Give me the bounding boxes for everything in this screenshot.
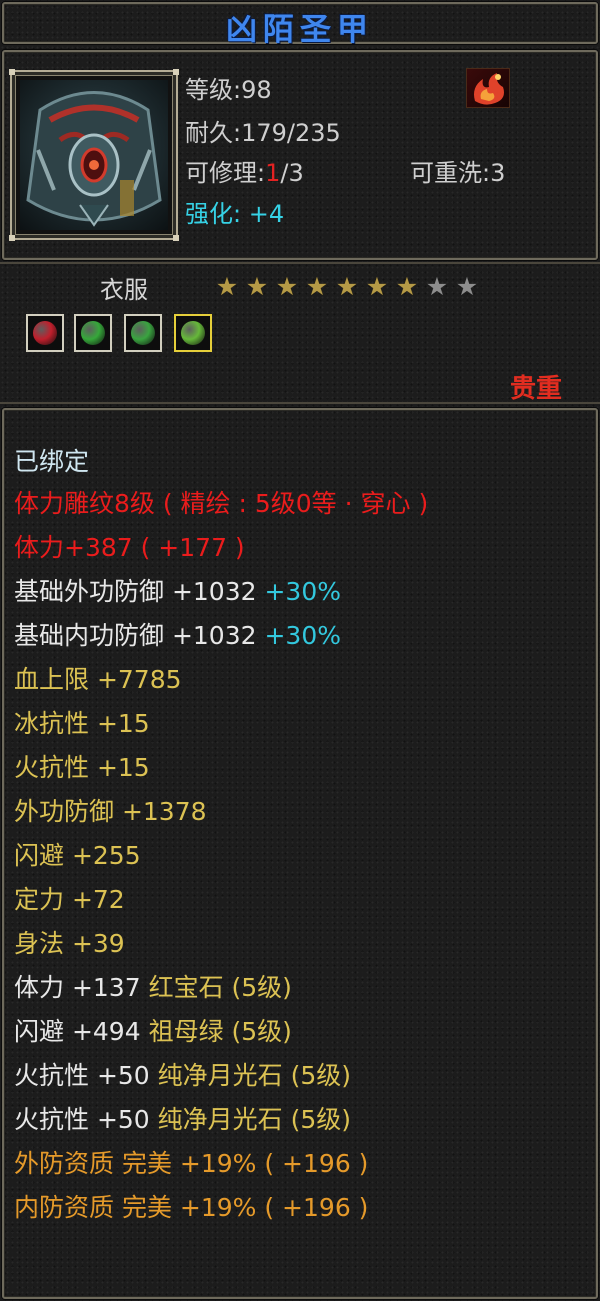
stat-line: 闪避 +494 祖母绿 (5级) <box>14 1016 292 1048</box>
enhance-value: +4 <box>248 200 285 228</box>
enhance-label: 强化 <box>185 200 233 228</box>
stat-text: 身法 +39 <box>14 929 125 958</box>
stat-line: 体力 +137 红宝石 (5级) <box>14 972 292 1004</box>
gem-slot[interactable] <box>74 314 112 352</box>
stat-text: 已绑定 <box>14 447 90 476</box>
rewash-value: 3 <box>490 159 506 187</box>
divider <box>0 262 600 264</box>
stat-line: 已绑定 <box>14 446 89 478</box>
stat-text: 内防资质 完美 +19% ( +196 ) <box>14 1193 369 1222</box>
stat-text: 体力 +137 <box>14 973 149 1002</box>
stat-line: 火抗性 +50 纯净月光石 (5级) <box>14 1060 351 1092</box>
stat-line: 血上限 +7785 <box>14 664 182 696</box>
stat-text: 纯净月光石 (5级) <box>157 1061 352 1090</box>
star-icon: ★ <box>335 272 359 301</box>
stat-text: 红宝石 (5级) <box>148 973 292 1002</box>
gem-slot[interactable] <box>124 314 162 352</box>
stat-text: +30% <box>264 577 341 606</box>
stat-line: 基础内功防御 +1032 +30% <box>14 620 341 652</box>
stat-text: 火抗性 +15 <box>14 753 150 782</box>
repair-total: /3 <box>280 159 304 187</box>
star-icon: ★ <box>425 272 449 301</box>
durability-row: 耐久:179/235 <box>185 119 341 147</box>
stat-line: 冰抗性 +15 <box>14 708 150 740</box>
stat-text: 体力+387 ( +177 ) <box>14 533 245 562</box>
enhance-row: 强化: +4 <box>185 200 285 228</box>
level-row: 等级:98 <box>185 76 272 104</box>
divider <box>0 402 600 404</box>
emerald-gem-icon <box>131 321 155 345</box>
gem-slot[interactable] <box>174 314 212 352</box>
item-portrait <box>9 69 179 241</box>
gem-slot[interactable] <box>26 314 64 352</box>
stat-text: 外功防御 +1378 <box>14 797 207 826</box>
stat-text: 外防资质 完美 +19% ( +196 ) <box>14 1149 369 1178</box>
stat-text: 纯净月光石 (5级) <box>157 1105 352 1134</box>
stat-line: 火抗性 +50 纯净月光石 (5级) <box>14 1104 351 1136</box>
stat-text: 冰抗性 +15 <box>14 709 150 738</box>
stat-line: 体力+387 ( +177 ) <box>14 532 245 564</box>
star-icon: ★ <box>245 272 269 301</box>
stat-text: +30% <box>264 621 341 650</box>
stat-text: 定力 +72 <box>14 885 125 914</box>
repair-label: 可修理 <box>185 159 257 187</box>
stat-text: 闪避 +494 <box>14 1017 149 1046</box>
fire-attribute-icon <box>466 68 510 108</box>
stat-line: 基础外功防御 +1032 +30% <box>14 576 341 608</box>
level-value: 98 <box>241 76 272 104</box>
stat-line: 内防资质 完美 +19% ( +196 ) <box>14 1192 368 1224</box>
star-icon: ★ <box>455 272 479 301</box>
item-title: 凶陌圣甲 <box>226 12 374 48</box>
star-rating: ★ ★ ★ ★ ★ ★ ★ ★ ★ <box>212 272 482 302</box>
stat-line: 闪避 +255 <box>14 840 141 872</box>
ruby-gem-icon <box>33 321 57 345</box>
repair-used: 1 <box>265 159 281 187</box>
stat-line: 外功防御 +1378 <box>14 796 207 828</box>
rarity-label: 贵重 <box>509 374 562 404</box>
star-icon: ★ <box>275 272 299 301</box>
stat-line: 火抗性 +15 <box>14 752 150 784</box>
star-icon: ★ <box>215 272 239 301</box>
stat-text: 血上限 +7785 <box>14 665 182 694</box>
stat-text: 闪避 +255 <box>14 841 141 870</box>
stat-text: 体力雕纹8级 ( 精绘 : 5级0等 · 穿心 ) <box>14 489 429 518</box>
emerald-gem-icon <box>81 321 105 345</box>
rewash-label: 可重洗 <box>410 159 482 187</box>
stat-text: 基础外功防御 +1032 <box>14 577 265 606</box>
rewash-row: 可重洗:3 <box>410 159 506 187</box>
stat-text: 火抗性 +50 <box>14 1061 158 1090</box>
durability-label: 耐久 <box>185 119 233 147</box>
star-icon: ★ <box>305 272 329 301</box>
stat-text: 祖母绿 (5级) <box>148 1017 292 1046</box>
stat-line: 身法 +39 <box>14 928 125 960</box>
star-icon: ★ <box>365 272 389 301</box>
level-label: 等级 <box>185 76 233 104</box>
stat-line: 外防资质 完美 +19% ( +196 ) <box>14 1148 368 1180</box>
item-type: 衣服 <box>100 276 148 304</box>
repair-row: 可修理:1/3 <box>185 159 304 187</box>
durability-value: 179/235 <box>241 119 341 147</box>
emerald-gem-icon <box>181 321 205 345</box>
stat-line: 定力 +72 <box>14 884 125 916</box>
star-icon: ★ <box>395 272 419 301</box>
stat-text: 基础内功防御 +1032 <box>14 621 265 650</box>
stat-line: 体力雕纹8级 ( 精绘 : 5级0等 · 穿心 ) <box>14 488 428 520</box>
stat-text: 火抗性 +50 <box>14 1105 158 1134</box>
armor-image <box>20 80 168 230</box>
